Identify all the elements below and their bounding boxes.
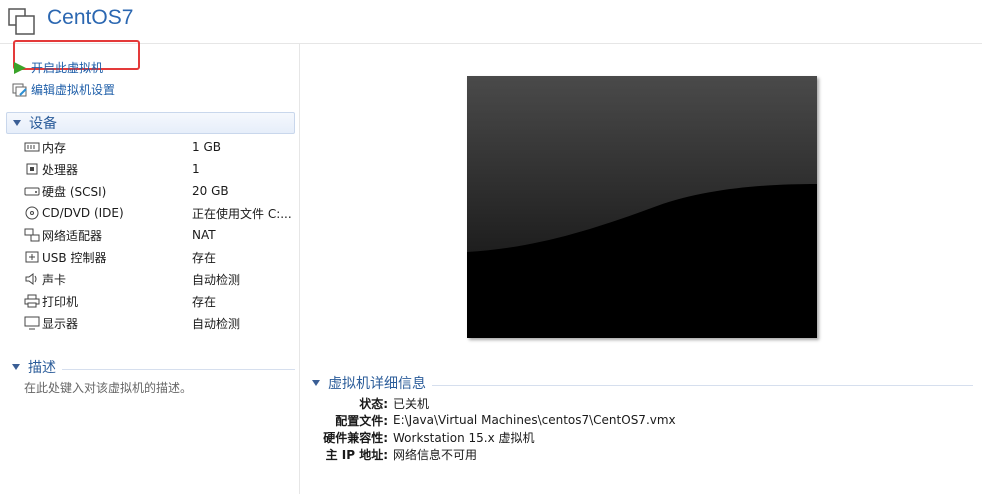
description-section-header[interactable]: 描述 (6, 356, 295, 378)
device-row-network[interactable]: 网络适配器 NAT (24, 224, 294, 246)
detail-value: 已关机 (393, 396, 430, 411)
cpu-icon (26, 163, 38, 175)
device-name: 显示器 (42, 316, 79, 331)
preview-thumbnail-image (467, 76, 817, 338)
detail-key: 配置文件: (335, 413, 388, 428)
display-icon (24, 316, 40, 330)
collapse-triangle-icon (12, 364, 20, 370)
device-name: USB 控制器 (42, 250, 107, 265)
device-name: 打印机 (42, 294, 79, 309)
device-value: 1 (192, 162, 200, 176)
network-icon (24, 228, 40, 242)
power-on-label: 开启此虚拟机 (31, 61, 104, 75)
edit-settings-icon (12, 83, 27, 96)
collapse-triangle-icon (312, 380, 320, 386)
device-row-memory[interactable]: 内存 1 GB (24, 136, 294, 158)
details-header-label: 虚拟机详细信息 (328, 376, 426, 392)
harddisk-icon (24, 187, 40, 196)
details-section-header[interactable]: 虚拟机详细信息 (306, 372, 973, 394)
detail-value: 网络信息不可用 (393, 447, 478, 462)
device-value: 自动检测 (192, 316, 241, 331)
detail-value: Workstation 15.x 虚拟机 (393, 430, 535, 445)
detail-row-config-file: 配置文件: E:\Java\Virtual Machines\centos7\C… (306, 411, 976, 429)
description-header-label: 描述 (28, 360, 56, 376)
description-text[interactable]: 在此处键入对该虚拟机的描述。 (24, 379, 192, 396)
cd-dvd-icon (25, 206, 39, 220)
collapse-triangle-icon (13, 120, 21, 126)
detail-key: 硬件兼容性: (323, 430, 388, 445)
divider (62, 368, 295, 370)
device-name: 声卡 (42, 272, 67, 287)
edit-settings-button[interactable]: 编辑虚拟机设置 (12, 81, 115, 98)
device-row-sound[interactable]: 声卡 自动检测 (24, 268, 294, 290)
edit-settings-label: 编辑虚拟机设置 (31, 83, 116, 97)
printer-icon (24, 294, 40, 308)
play-icon (14, 61, 26, 74)
memory-icon (24, 142, 40, 152)
device-value: 存在 (192, 294, 217, 309)
device-name: CD/DVD (IDE) (42, 206, 124, 220)
sound-icon (25, 273, 37, 285)
detail-row-ip-address: 主 IP 地址: 网络信息不可用 (306, 445, 976, 463)
detail-row-compatibility: 硬件兼容性: Workstation 15.x 虚拟机 (306, 428, 976, 446)
detail-key: 状态: (359, 396, 388, 411)
vm-screen-preview[interactable] (467, 76, 817, 338)
device-row-cd-dvd[interactable]: CD/DVD (IDE) 正在使用文件 C:... (24, 202, 294, 224)
vm-header: CentOS7 (0, 0, 982, 44)
device-name: 内存 (42, 140, 67, 155)
left-panel: 开启此虚拟机 编辑虚拟机设置 设备 内存 1 GB 处理器 1 硬盘 (SCSI… (0, 40, 300, 494)
device-row-printer[interactable]: 打印机 存在 (24, 290, 294, 312)
device-row-usb[interactable]: USB 控制器 存在 (24, 246, 294, 268)
vm-window-icon (8, 8, 35, 35)
power-on-button[interactable]: 开启此虚拟机 (12, 59, 103, 76)
device-value: 1 GB (192, 140, 221, 154)
device-value: NAT (192, 228, 216, 242)
device-row-harddisk[interactable]: 硬盘 (SCSI) 20 GB (24, 180, 294, 202)
device-value: 20 GB (192, 184, 229, 198)
devices-header-label: 设备 (29, 116, 57, 132)
device-value: 存在 (192, 250, 217, 265)
detail-row-status: 状态: 已关机 (306, 394, 976, 412)
usb-icon (25, 251, 39, 263)
device-name: 处理器 (42, 162, 79, 177)
device-row-display[interactable]: 显示器 自动检测 (24, 312, 294, 334)
device-name: 网络适配器 (42, 228, 103, 243)
detail-value: E:\Java\Virtual Machines\centos7\CentOS7… (393, 413, 676, 427)
detail-key: 主 IP 地址: (325, 447, 388, 462)
device-name: 硬盘 (SCSI) (42, 184, 107, 199)
divider (432, 384, 973, 386)
vm-title: CentOS7 (47, 6, 134, 29)
device-value: 正在使用文件 C:... (192, 206, 292, 221)
devices-section-header[interactable]: 设备 (6, 112, 295, 134)
device-value: 自动检测 (192, 272, 241, 287)
device-row-cpu[interactable]: 处理器 1 (24, 158, 294, 180)
